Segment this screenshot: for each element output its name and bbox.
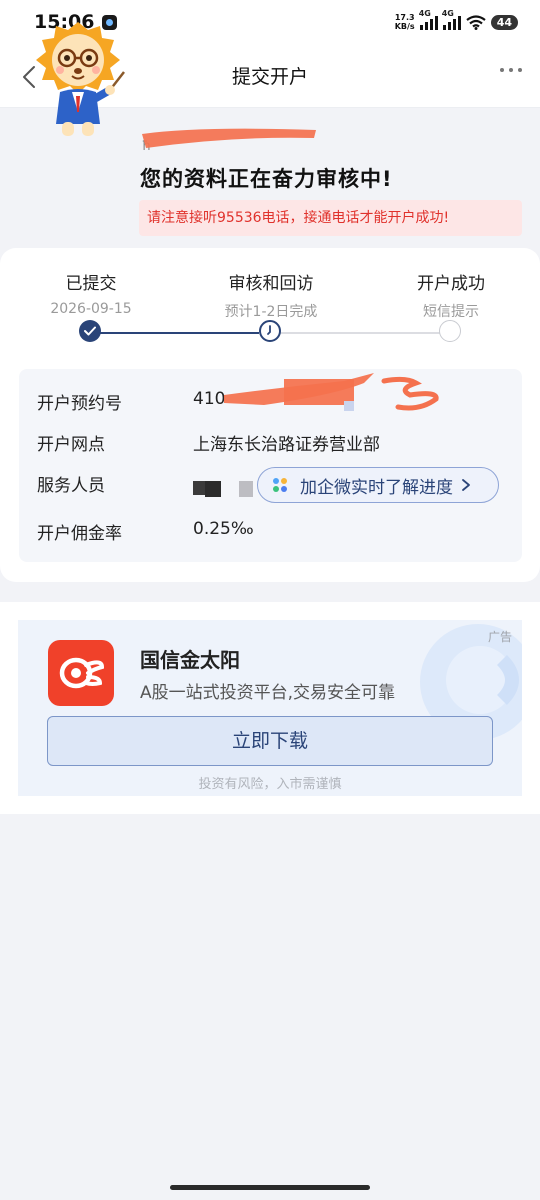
clock-icon	[259, 320, 281, 342]
info-key: 服务人员	[37, 476, 105, 496]
redacted-greeting: ħ	[140, 124, 316, 154]
info-value: 0.25‰	[193, 519, 254, 539]
chevron-right-icon	[462, 479, 470, 491]
download-button[interactable]: 立即下载	[47, 716, 493, 766]
redaction-scribble	[142, 128, 316, 148]
phone-notice-banner: 请注意接听95536电话，接通电话才能开户成功!	[139, 200, 522, 236]
wecom-button-label: 加企微实时了解进度	[300, 477, 453, 498]
step-label: 审核和回访	[228, 274, 314, 294]
step-label: 开户成功	[417, 274, 485, 294]
ad-card[interactable]: 广告 国信金太阳 A股一站式投资平台,交易安全可靠 立即下载 投资有风险，入市需…	[18, 620, 522, 796]
progress-track-pending	[280, 332, 440, 334]
pending-step-icon	[439, 320, 461, 342]
signal-type-label: 4G	[441, 9, 454, 18]
battery-icon: 44	[490, 14, 518, 30]
status-indicators: 17.3 KB/s 4G 4G 44	[395, 9, 518, 31]
step-label: 已提交	[65, 274, 117, 294]
info-key: 开户预约号	[37, 394, 122, 414]
cellular-signal-icon: 4G	[419, 9, 438, 30]
app-description: A股一站式投资平台,交易安全可靠	[140, 683, 396, 703]
review-status-title: 您的资料正在奋力审核中!	[140, 167, 393, 191]
cellular-signal-icon: 4G	[442, 9, 461, 30]
info-key: 开户网点	[37, 435, 105, 455]
wecom-icon	[273, 478, 287, 492]
lion-mascot-icon	[36, 22, 125, 136]
step-success: 开户成功 短信提示	[381, 269, 521, 321]
info-value: 上海东长治路证券营业部	[193, 435, 380, 455]
info-value: 410	[193, 389, 226, 409]
step-review: 审核和回访 预计1-2日完成	[201, 269, 341, 321]
account-info-panel: 开户预约号 410 开户网点 上海东长治路证券营业部 服务人员 加企微实时了解进…	[19, 369, 522, 562]
step-subtext: 短信提示	[423, 304, 479, 320]
more-options-icon[interactable]	[500, 68, 522, 72]
check-icon	[79, 320, 101, 342]
redaction-scribble	[224, 373, 439, 411]
app-logo-icon	[48, 640, 114, 706]
wifi-icon	[466, 14, 486, 30]
progress-track-done	[100, 332, 259, 334]
info-key: 开户佣金率	[37, 524, 122, 544]
network-speed: 17.3 KB/s	[395, 13, 415, 31]
step-submitted: 已提交 2026-09-15	[21, 269, 161, 317]
mosaic-redaction	[205, 481, 221, 497]
mosaic-redaction	[193, 481, 205, 495]
network-speed-value: 17.3	[394, 13, 415, 22]
app-name: 国信金太阳	[140, 648, 240, 672]
mosaic-redaction	[239, 481, 253, 497]
step-subtext: 预计1-2日完成	[224, 304, 318, 320]
ad-label: 广告	[487, 630, 512, 644]
network-speed-unit: KB/s	[394, 22, 415, 31]
ad-section: 广告 国信金太阳 A股一站式投资平台,交易安全可靠 立即下载 投资有风险，入市需…	[0, 602, 540, 814]
progress-card: 已提交 2026-09-15 审核和回访 预计1-2日完成 开户成功 短信提示 …	[0, 248, 540, 582]
step-subtext: 2026-09-15	[50, 301, 132, 317]
wecom-progress-button[interactable]: 加企微实时了解进度	[257, 467, 499, 503]
risk-disclaimer: 投资有风险，入市需谨慎	[198, 777, 342, 792]
signal-type-label: 4G	[418, 9, 431, 18]
home-indicator[interactable]	[170, 1185, 370, 1190]
